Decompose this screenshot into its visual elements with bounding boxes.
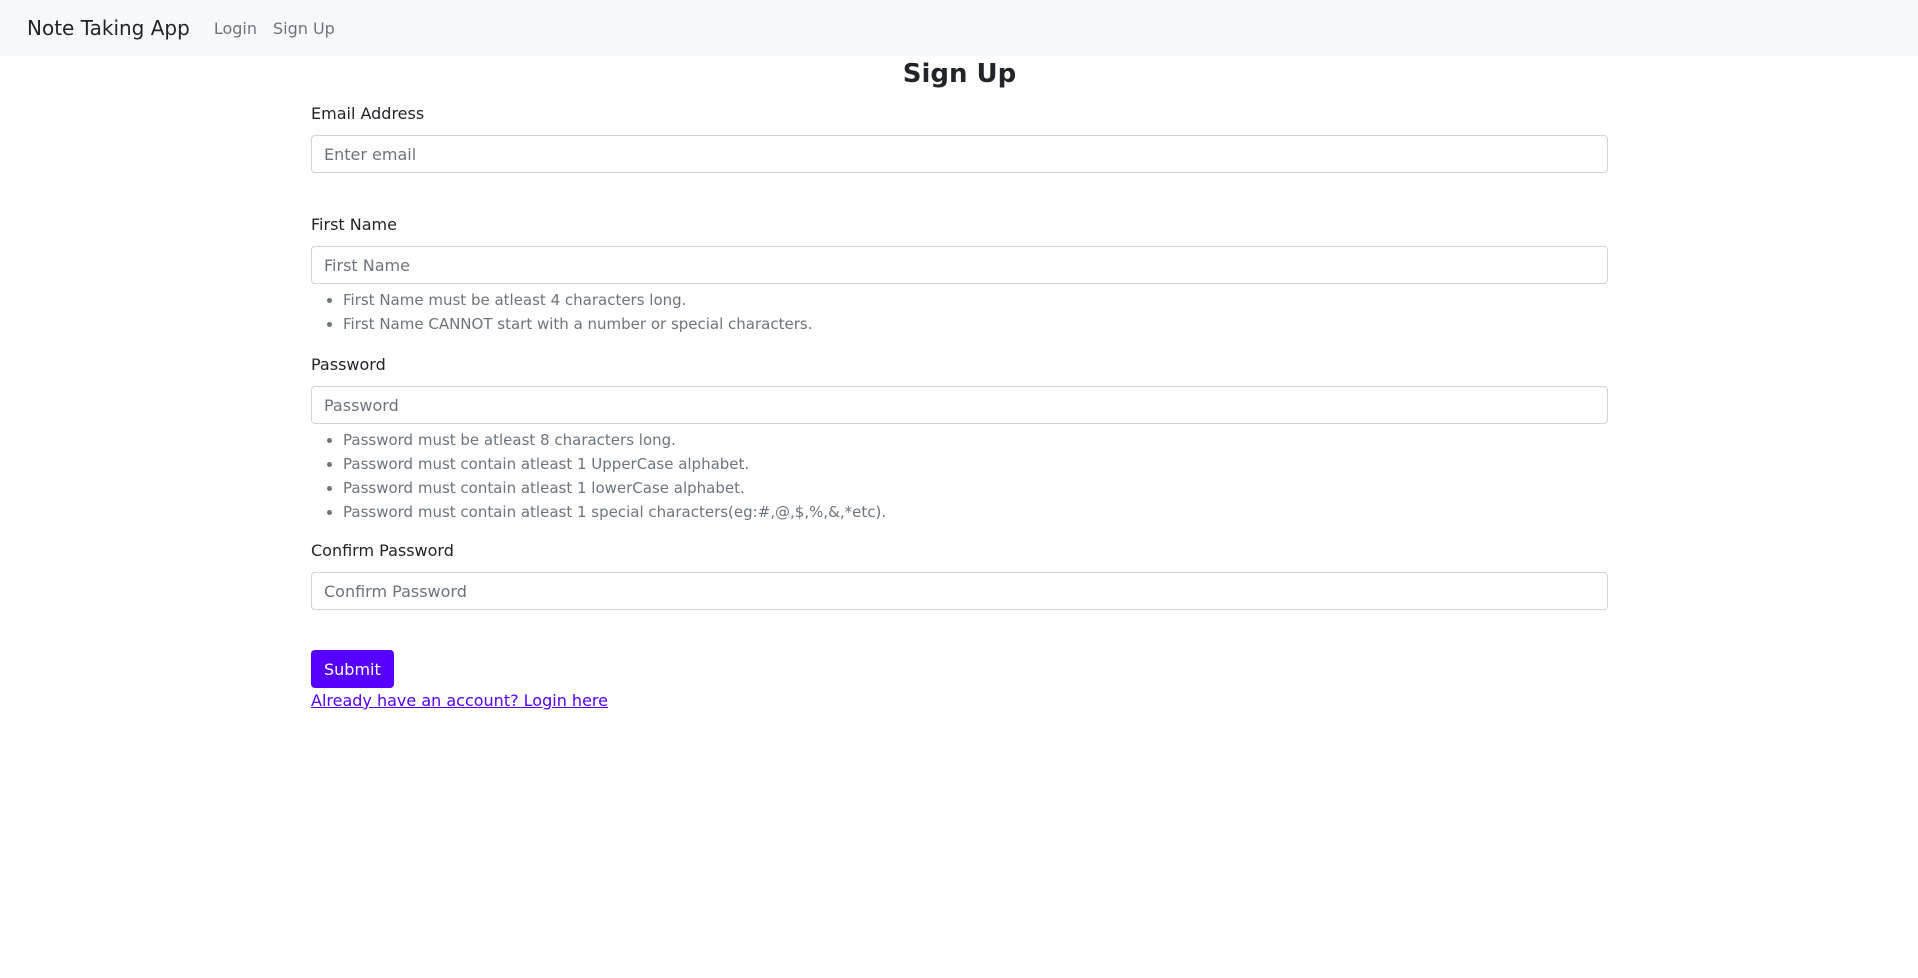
signup-container: Sign Up Email Address First Name First N… [311, 56, 1608, 712]
email-input[interactable] [311, 135, 1608, 173]
nav-link-login[interactable]: Login [214, 19, 257, 38]
first-name-input[interactable] [311, 246, 1608, 284]
password-input[interactable] [311, 386, 1608, 424]
first-name-hint: First Name CANNOT start with a number or… [343, 312, 1608, 336]
confirm-password-group: Confirm Password [311, 540, 1608, 610]
password-hint: Password must contain atleast 1 lowerCas… [343, 476, 1608, 500]
password-hints: Password must be atleast 8 characters lo… [311, 428, 1608, 524]
confirm-password-label: Confirm Password [311, 541, 454, 560]
nav-link-sign-up[interactable]: Sign Up [273, 19, 335, 38]
confirm-password-input[interactable] [311, 572, 1608, 610]
brand-link[interactable]: Note Taking App [27, 16, 190, 40]
first-name-hints: First Name must be atleast 4 characters … [311, 288, 1608, 336]
password-hint: Password must contain atleast 1 special … [343, 500, 1608, 524]
signup-form: Email Address First Name First Name must… [311, 103, 1608, 712]
email-label: Email Address [311, 104, 425, 123]
page-title: Sign Up [902, 59, 1017, 89]
password-hint: Password must be atleast 8 characters lo… [343, 428, 1608, 452]
password-label: Password [311, 355, 386, 374]
first-name-group: First Name First Name must be atleast 4 … [311, 214, 1608, 336]
password-group: Password Password must be atleast 8 char… [311, 354, 1608, 524]
first-name-hint: First Name must be atleast 4 characters … [343, 288, 1608, 312]
first-name-label: First Name [311, 215, 397, 234]
login-here-link[interactable]: Already have an account? Login here [311, 690, 1608, 712]
email-group: Email Address [311, 103, 1608, 173]
navbar: Note Taking App Login Sign Up [0, 0, 1918, 56]
submit-button[interactable]: Submit [311, 650, 394, 688]
password-hint: Password must contain atleast 1 UpperCas… [343, 452, 1608, 476]
